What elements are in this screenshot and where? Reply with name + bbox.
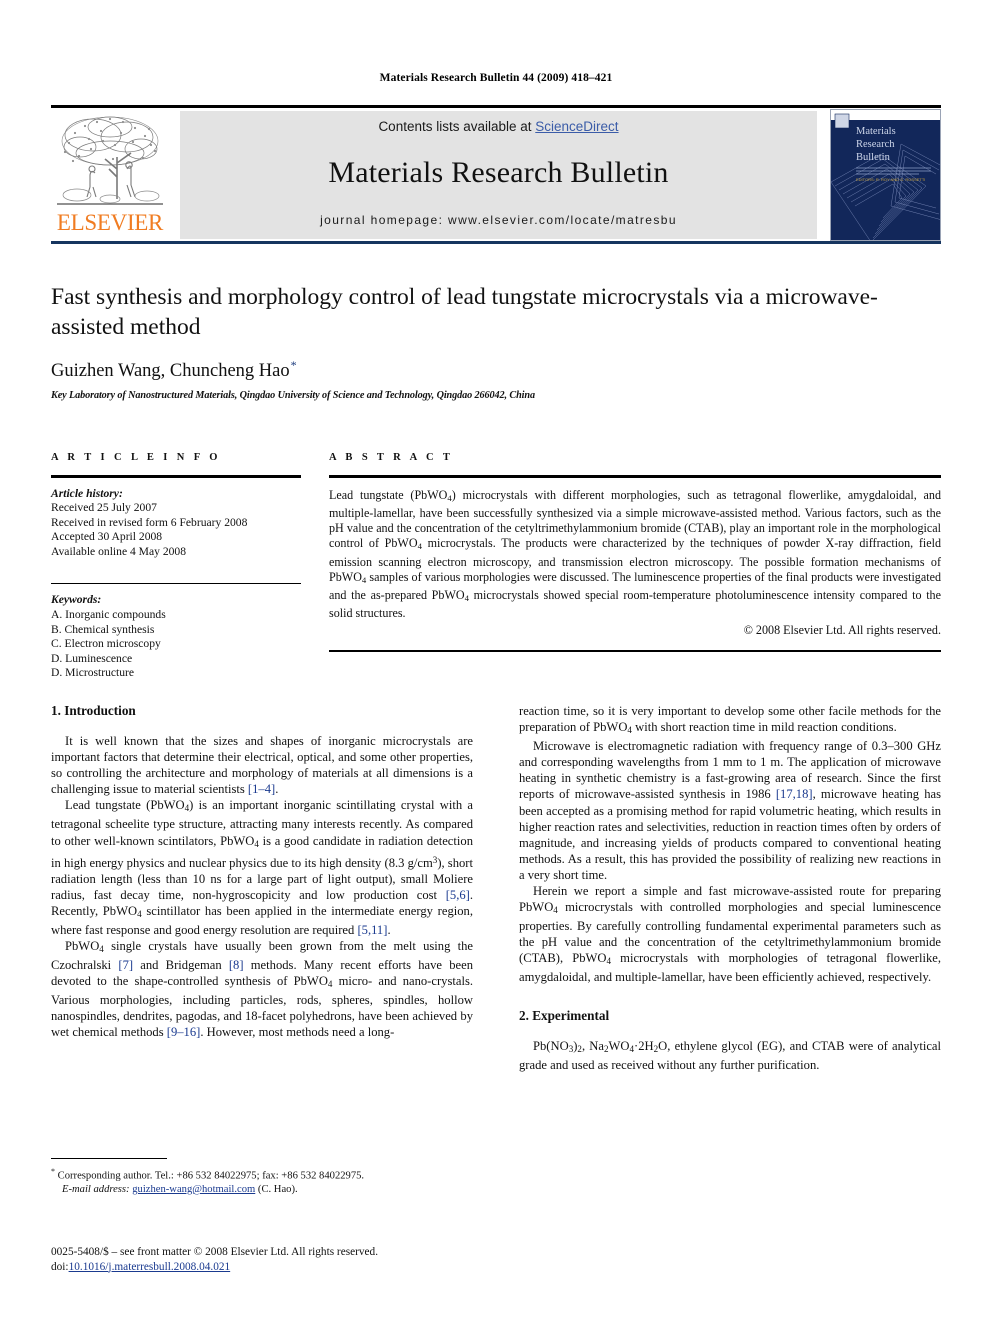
masthead-bottom-rule	[51, 241, 941, 244]
abstract-top-rule	[329, 475, 941, 478]
elsevier-tree-icon	[55, 111, 165, 209]
keyword-item: D. Luminescence	[51, 651, 133, 665]
cover-line-3: Bulletin	[856, 152, 891, 163]
keywords-rule	[51, 583, 301, 585]
contents-available-line: Contents lists available at ScienceDirec…	[180, 119, 817, 134]
author-names: Guizhen Wang, Chuncheng Hao	[51, 361, 290, 382]
para-seg: Pb(NO	[533, 1038, 569, 1053]
paragraph: Pb(NO3)2, Na2WO4·2H2O, ethylene glycol (…	[519, 1038, 941, 1073]
para-seg: WO	[608, 1038, 630, 1053]
article-history-block: Article history: Received 25 July 2007 R…	[51, 487, 301, 560]
keywords-block: Keywords: A. Inorganic compounds B. Chem…	[51, 593, 301, 681]
svg-text:EDITORS: R. ROY AND G. ROSSETT: EDITORS: R. ROY AND G. ROSSETTI	[856, 177, 925, 182]
history-item-revised: Received in revised form 6 February 2008	[51, 515, 248, 529]
contents-band: Contents lists available at ScienceDirec…	[180, 111, 817, 239]
keyword-item: D. Microstructure	[51, 666, 135, 680]
citation-ref[interactable]: [8]	[229, 958, 244, 972]
abstract-heading: A B S T R A C T	[329, 452, 454, 463]
paragraph: Lead tungstate (PbWO4) is an important i…	[51, 797, 473, 938]
para-seg: Lead tungstate (PbWO	[65, 798, 185, 813]
journal-cover-thumbnail[interactable]: Materials Research Bulletin EDITORS: R. …	[830, 109, 941, 241]
body-column-left: 1. Introduction It is well known that th…	[51, 703, 473, 1040]
doi-link[interactable]: 10.1016/j.materresbull.2008.04.021	[69, 1261, 231, 1273]
history-item-received: Received 25 July 2007	[51, 501, 157, 515]
keyword-item: A. Inorganic compounds	[51, 608, 166, 622]
imprint-block: 0025-5408/$ – see front matter © 2008 El…	[51, 1245, 551, 1274]
keyword-item: B. Chemical synthesis	[51, 622, 155, 636]
keywords-label: Keywords:	[51, 593, 102, 607]
keyword-item: C. Electron microscopy	[51, 637, 161, 651]
paragraph: It is well known that the sizes and shap…	[51, 733, 473, 797]
doi-line: doi:10.1016/j.materresbull.2008.04.021	[51, 1260, 551, 1275]
abstract-seg-1: Lead tungstate (PbWO	[329, 487, 448, 502]
author-list: Guizhen Wang, Chuncheng Hao*	[51, 358, 941, 382]
article-page: Materials Research Bulletin 44 (2009) 41…	[0, 0, 992, 1323]
history-item-online: Available online 4 May 2008	[51, 544, 187, 558]
elsevier-wordmark: ELSEVIER	[56, 210, 164, 235]
abstract-column: A B S T R A C T Lead tungstate (PbWO4) m…	[329, 452, 941, 652]
elsevier-logo: ELSEVIER	[51, 111, 169, 239]
page-title: Fast synthesis and morphology control of…	[51, 284, 878, 340]
footnote-rule	[51, 1158, 167, 1159]
masthead-top-rule	[51, 105, 941, 108]
para-seg: . However, most methods need a long-	[200, 1025, 395, 1040]
journal-title: Materials Research Bulletin	[328, 156, 669, 189]
article-info-rule	[51, 475, 301, 478]
paragraph: PbWO4 single crystals have usually been …	[51, 938, 473, 1041]
section-heading-introduction: 1. Introduction	[51, 703, 136, 718]
corresponding-author-note: * Corresponding author. Tel.: +86 532 84…	[51, 1165, 473, 1196]
affiliation: Key Laboratory of Nanostructured Materia…	[51, 390, 535, 402]
para-seg: PbWO	[65, 938, 100, 953]
para-seg: with short reaction time in mild reactio…	[631, 720, 897, 735]
para-seg: ·2H	[634, 1038, 654, 1053]
corresponding-author-text: Corresponding author. Tel.: +86 532 8402…	[55, 1170, 365, 1182]
email-label: E-mail address:	[62, 1183, 130, 1195]
para-seg: .	[275, 782, 279, 797]
body-column-right: reaction time, so it is very important t…	[519, 703, 941, 1073]
paragraph: reaction time, so it is very important t…	[519, 703, 941, 738]
journal-homepage-line[interactable]: journal homepage: www.elsevier.com/locat…	[180, 213, 817, 227]
para-seg: , Na	[581, 1038, 604, 1053]
email-link[interactable]: guizhen-wang@hotmail.com	[132, 1184, 255, 1195]
cover-line-2: Research	[856, 139, 895, 150]
section-heading-experimental: 2. Experimental	[519, 1007, 610, 1023]
para-seg: and Bridgeman	[133, 957, 229, 972]
corresponding-author-marker: *	[290, 358, 297, 372]
citation-ref[interactable]: [17,18]	[776, 787, 813, 801]
issn-line: 0025-5408/$ – see front matter © 2008 El…	[51, 1246, 379, 1258]
doi-label: doi:	[51, 1260, 69, 1273]
journal-masthead: ELSEVIER Contents lists available at Sci…	[51, 105, 941, 244]
email-suffix: (C. Hao).	[255, 1183, 298, 1195]
history-item-accepted: Accepted 30 April 2008	[51, 530, 163, 544]
para-seg: .	[387, 922, 391, 937]
article-info-column: A R T I C L E I N F O Article history: R…	[51, 452, 301, 681]
para-seg: , microwave heating has been accepted as…	[519, 787, 941, 882]
email-line: E-mail address: guizhen-wang@hotmail.com…	[51, 1183, 473, 1196]
paragraph: Herein we report a simple and fast micro…	[519, 883, 941, 986]
title-block: Fast synthesis and morphology control of…	[51, 282, 941, 401]
cover-line-1: Materials	[856, 126, 896, 137]
footnote-block: * Corresponding author. Tel.: +86 532 84…	[51, 1158, 473, 1196]
abstract-copyright: © 2008 Elsevier Ltd. All rights reserved…	[743, 622, 941, 637]
sciencedirect-link[interactable]: ScienceDirect	[535, 119, 618, 134]
citation-ref[interactable]: [1–4]	[248, 782, 275, 796]
abstract-bottom-rule	[329, 649, 941, 652]
citation-ref[interactable]: [5,11]	[357, 923, 387, 937]
abstract-text: Lead tungstate (PbWO4) microcrystals wit…	[329, 488, 941, 622]
article-history-label: Article history:	[51, 486, 123, 500]
citation-ref[interactable]: [5,6]	[446, 888, 470, 902]
contents-prefix: Contents lists available at	[378, 119, 536, 134]
citation-ref[interactable]: [9–16]	[167, 1025, 201, 1039]
body-columns: 1. Introduction It is well known that th…	[51, 703, 941, 1203]
citation-ref[interactable]: [7]	[118, 958, 133, 972]
article-info-heading: A R T I C L E I N F O	[51, 452, 221, 463]
running-head: Materials Research Bulletin 44 (2009) 41…	[379, 72, 613, 84]
paragraph: Microwave is electromagnetic radiation w…	[519, 738, 941, 883]
